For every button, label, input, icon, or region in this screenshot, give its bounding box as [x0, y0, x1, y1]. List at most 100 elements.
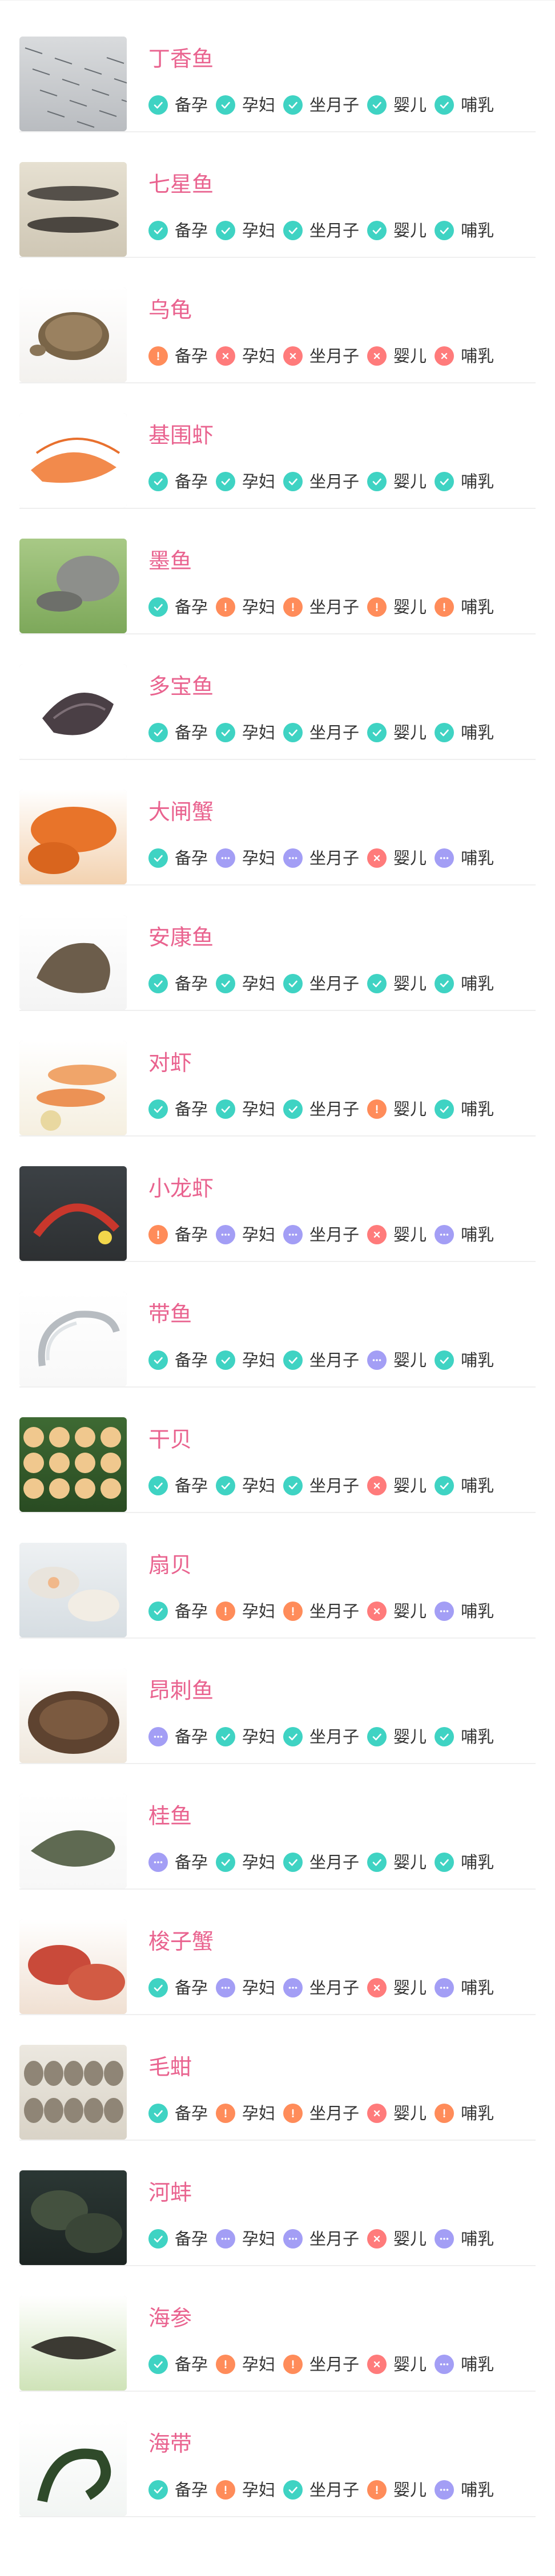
food-row[interactable]: 海参 备孕 孕妇 坐月子 婴儿 哺乳 — [0, 2266, 555, 2392]
food-row[interactable]: 干贝 备孕 孕妇 坐月子 婴儿 哺乳 — [0, 1388, 555, 1513]
suitability-tags: 备孕 孕妇 坐月子 婴儿 哺乳 — [148, 2478, 494, 2501]
tag-label: 备孕 — [175, 220, 208, 240]
exclamation-icon — [216, 2355, 236, 2374]
suitability-tag: 坐月子 — [283, 1600, 359, 1623]
suitability-tag: 坐月子 — [283, 1098, 359, 1121]
suitability-tag: 孕妇 — [216, 1600, 275, 1623]
ellipsis-icon — [435, 1602, 455, 1621]
tortoise-photo[interactable] — [19, 288, 127, 382]
food-row[interactable]: 海带 备孕 孕妇 坐月子 婴儿 哺乳 — [0, 2392, 555, 2517]
snakehead-fish-photo[interactable] — [19, 162, 127, 257]
suitability-tag: 备孕 — [148, 2227, 208, 2250]
suitability-tag: 孕妇 — [216, 2478, 275, 2501]
food-row[interactable]: 带鱼 备孕 孕妇 坐月子 婴儿 哺乳 — [0, 1262, 555, 1388]
monkfish-photo[interactable] — [19, 915, 127, 1010]
suitability-tags: 备孕 孕妇 坐月子 婴儿 哺乳 — [148, 972, 494, 995]
tag-label: 坐月子 — [309, 597, 360, 617]
food-name: 带鱼 — [148, 1301, 192, 1327]
suitability-tag: 婴儿 — [367, 1600, 427, 1623]
suitability-tags: 备孕 孕妇 坐月子 婴儿 哺乳 — [148, 470, 494, 493]
tag-label: 孕妇 — [242, 2229, 276, 2249]
suitability-tag: 孕妇 — [216, 1098, 275, 1121]
prawn-photo[interactable] — [19, 1041, 127, 1135]
tag-label: 备孕 — [175, 346, 208, 366]
food-row[interactable]: 扇贝 备孕 孕妇 坐月子 婴儿 哺乳 — [0, 1513, 555, 1639]
tag-label: 哺乳 — [461, 2480, 494, 2500]
food-row[interactable]: 毛蚶 备孕 孕妇 坐月子 婴儿 哺乳 — [0, 2015, 555, 2141]
ellipsis-icon — [283, 1978, 303, 1997]
food-row[interactable]: 墨鱼 备孕 孕妇 坐月子 婴儿 哺乳 — [0, 509, 555, 634]
exclamation-icon — [435, 2104, 455, 2123]
dried-scallop-photo[interactable] — [19, 1417, 127, 1512]
tag-label: 坐月子 — [309, 1475, 360, 1495]
tag-label: 孕妇 — [242, 1601, 276, 1621]
food-name: 大闸蟹 — [148, 799, 214, 824]
mandarin-fish-photo[interactable] — [19, 1794, 127, 1888]
tag-label: 坐月子 — [309, 1601, 360, 1621]
kelp-photo[interactable] — [19, 2421, 127, 2516]
ellipsis-icon — [216, 1978, 236, 1997]
exclamation-icon — [283, 1602, 303, 1621]
food-row[interactable]: 桂鱼 备孕 孕妇 坐月子 婴儿 哺乳 — [0, 1764, 555, 1890]
suitability-tag: 婴儿 — [367, 1851, 427, 1874]
suitability-tag: 婴儿 — [367, 1223, 427, 1246]
tag-label: 婴儿 — [393, 220, 427, 240]
hairtail-photo[interactable] — [19, 1292, 127, 1386]
suitability-tag: 备孕 — [148, 1725, 208, 1748]
crayfish-photo[interactable] — [19, 1166, 127, 1261]
check-icon — [216, 221, 236, 240]
food-row[interactable]: 对虾 备孕 孕妇 坐月子 婴儿 哺乳 — [0, 1011, 555, 1137]
tag-label: 备孕 — [175, 848, 208, 868]
hairy-crab-photo[interactable] — [19, 790, 127, 884]
suitability-tag: 婴儿 — [367, 972, 427, 995]
food-row[interactable]: 河蚌 备孕 孕妇 坐月子 婴儿 哺乳 — [0, 2141, 555, 2266]
food-row[interactable]: 大闸蟹 备孕 孕妇 坐月子 婴儿 哺乳 — [0, 760, 555, 885]
suitability-tag: 坐月子 — [283, 219, 359, 242]
tag-label: 孕妇 — [242, 1350, 276, 1370]
food-row[interactable]: 乌龟 备孕 孕妇 坐月子 婴儿 哺乳 — [0, 258, 555, 383]
food-name: 基围虾 — [148, 423, 214, 448]
scallop-photo[interactable] — [19, 1543, 127, 1637]
yellow-catfish-photo[interactable] — [19, 1668, 127, 1763]
swimming-crab-photo[interactable] — [19, 1919, 127, 2014]
tag-label: 哺乳 — [461, 1978, 494, 1997]
tag-label: 婴儿 — [393, 1726, 427, 1746]
suitability-tag: 孕妇 — [216, 721, 275, 744]
ark-clam-photo[interactable] — [19, 2045, 127, 2140]
tag-label: 婴儿 — [393, 1475, 427, 1495]
tag-label: 哺乳 — [461, 346, 494, 366]
check-icon — [435, 1727, 455, 1746]
ellipsis-icon — [435, 2355, 455, 2374]
suitability-tag: 婴儿 — [367, 1349, 427, 1372]
food-row[interactable]: 多宝鱼 备孕 孕妇 坐月子 婴儿 哺乳 — [0, 634, 555, 760]
food-name: 乌龟 — [148, 297, 192, 322]
tag-label: 坐月子 — [309, 722, 360, 742]
food-row[interactable]: 安康鱼 备孕 孕妇 坐月子 婴儿 哺乳 — [0, 885, 555, 1011]
tag-label: 孕妇 — [242, 220, 276, 240]
cross-icon — [216, 346, 236, 366]
suitability-tag: 备孕 — [148, 847, 208, 870]
food-row[interactable]: 昂刺鱼 备孕 孕妇 坐月子 婴儿 哺乳 — [0, 1639, 555, 1764]
food-row[interactable]: 梭子蟹 备孕 孕妇 坐月子 婴儿 哺乳 — [0, 1890, 555, 2015]
food-row[interactable]: 小龙虾 备孕 孕妇 坐月子 婴儿 哺乳 — [0, 1137, 555, 1262]
turbot-photo[interactable] — [19, 664, 127, 759]
tag-label: 备孕 — [175, 2354, 208, 2374]
food-row[interactable]: 丁香鱼 备孕 孕妇 坐月子 婴儿 哺乳 — [0, 7, 555, 132]
cuttlefish-photo[interactable] — [19, 539, 127, 633]
anchovy-fish-photo[interactable] — [19, 37, 127, 131]
shrimp-photo[interactable] — [19, 413, 127, 508]
suitability-tag: 孕妇 — [216, 596, 275, 618]
suitability-tag: 备孕 — [148, 1600, 208, 1623]
tag-label: 备孕 — [175, 471, 208, 491]
food-row[interactable]: 基围虾备孕 孕妇 坐月子 婴儿 哺乳 — [0, 383, 555, 509]
tag-label: 婴儿 — [393, 2229, 427, 2249]
river-mussel-photo[interactable] — [19, 2170, 127, 2265]
tag-label: 哺乳 — [461, 471, 494, 491]
check-icon — [148, 1978, 168, 1997]
tag-label: 备孕 — [175, 1475, 208, 1495]
suitability-tag: 哺乳 — [435, 2227, 494, 2250]
sea-cucumber-photo[interactable] — [19, 2296, 127, 2391]
food-row[interactable]: 七星鱼 备孕 孕妇 坐月子 婴儿 哺乳 — [0, 132, 555, 258]
check-icon — [435, 95, 455, 115]
suitability-tag: 孕妇 — [216, 345, 275, 367]
